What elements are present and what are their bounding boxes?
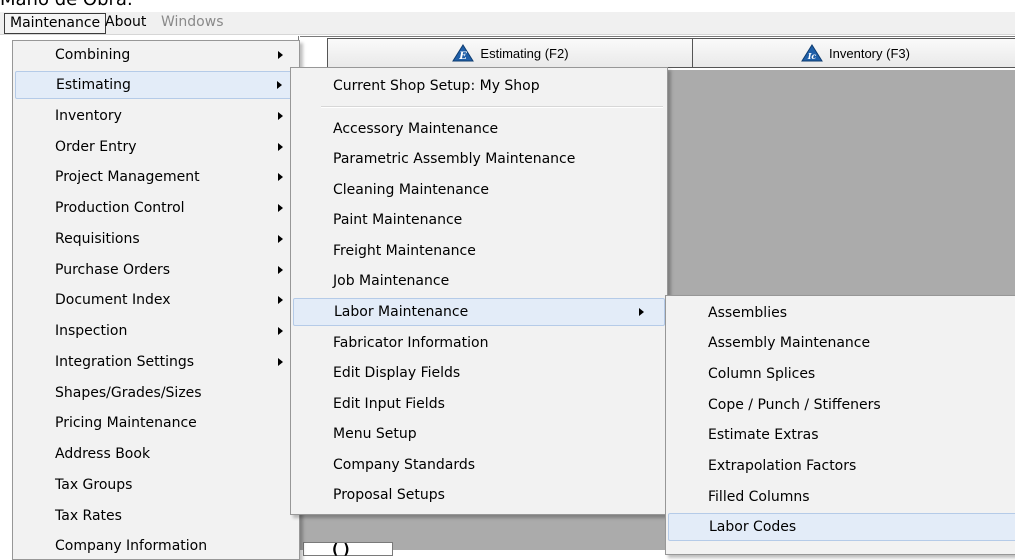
menu-item-fabricator-information[interactable]: Fabricator Information	[293, 329, 665, 357]
menu-maintenance[interactable]: Maintenance	[4, 13, 107, 34]
inventory-f3-button[interactable]: Ic Inventory (F3)	[692, 38, 1015, 68]
submenu-arrow-icon	[278, 235, 283, 243]
menu-item-proposal-setups[interactable]: Proposal Setups	[293, 481, 665, 509]
submenu-arrow-icon	[278, 51, 283, 59]
submenu-arrow-icon	[278, 204, 283, 212]
menu-item-purchase-orders[interactable]: Purchase Orders	[15, 256, 297, 284]
maintenance-menu: Combining Estimating Inventory Order Ent…	[12, 40, 300, 560]
menu-item-project-management[interactable]: Project Management	[15, 163, 297, 191]
labor-maintenance-submenu: Assemblies Assembly Maintenance Column S…	[665, 295, 1015, 555]
menu-item-edit-input-fields[interactable]: Edit Input Fields	[293, 390, 665, 418]
menu-item-labor-maintenance[interactable]: Labor Maintenance	[293, 298, 665, 326]
submenu-arrow-icon	[278, 327, 283, 335]
menu-item-filled-columns[interactable]: Filled Columns	[668, 483, 1015, 511]
submenu-arrow-icon	[277, 81, 282, 89]
background-window-fragment: ( )	[303, 542, 393, 557]
menu-item-document-index[interactable]: Document Index	[15, 286, 297, 314]
menu-item-freight-maintenance[interactable]: Freight Maintenance	[293, 237, 665, 265]
menu-item-assembly-maintenance[interactable]: Assembly Maintenance	[668, 329, 1015, 357]
window-title: Maño de Obra.	[0, 0, 133, 12]
submenu-arrow-icon	[278, 266, 283, 274]
inventory-icon: Ic	[801, 44, 823, 62]
menu-item-inventory[interactable]: Inventory	[15, 102, 297, 130]
menu-item-company-standards[interactable]: Company Standards	[293, 451, 665, 479]
menu-item-edit-display-fields[interactable]: Edit Display Fields	[293, 359, 665, 387]
menu-item-accessory-maintenance[interactable]: Accessory Maintenance	[293, 115, 665, 143]
inventory-f3-label: Inventory (F3)	[829, 45, 910, 61]
menu-item-shapes-grades-sizes[interactable]: Shapes/Grades/Sizes	[15, 379, 297, 407]
menu-item-current-shop-setup[interactable]: Current Shop Setup: My Shop	[293, 72, 665, 100]
submenu-arrow-icon	[278, 112, 283, 120]
menu-windows[interactable]: Windows	[156, 13, 229, 32]
menu-item-production-control[interactable]: Production Control	[15, 194, 297, 222]
estimating-f2-button[interactable]: E Estimating (F2)	[327, 38, 694, 68]
svg-text:Ic: Ic	[807, 51, 817, 61]
menu-item-extrapolation-factors[interactable]: Extrapolation Factors	[668, 452, 1015, 480]
menu-item-address-book[interactable]: Address Book	[15, 440, 297, 468]
menu-item-company-information[interactable]: Company Information	[15, 532, 297, 560]
menu-item-job-maintenance[interactable]: Job Maintenance	[293, 267, 665, 295]
submenu-arrow-icon	[278, 296, 283, 304]
menu-item-paint-maintenance[interactable]: Paint Maintenance	[293, 206, 665, 234]
menu-separator-highlight	[321, 107, 663, 108]
menu-item-assemblies[interactable]: Assemblies	[668, 299, 1015, 327]
menu-item-column-splices[interactable]: Column Splices	[668, 360, 1015, 388]
menu-about[interactable]: About	[100, 13, 151, 32]
menu-item-cope-punch-stiffeners[interactable]: Cope / Punch / Stiffeners	[668, 391, 1015, 419]
menu-item-inspection[interactable]: Inspection	[15, 317, 297, 345]
menu-item-order-entry[interactable]: Order Entry	[15, 133, 297, 161]
workspace-top-border	[300, 36, 1015, 37]
menu-item-estimating[interactable]: Estimating	[15, 71, 297, 99]
menu-item-labor-codes[interactable]: Labor Codes	[668, 513, 1015, 541]
menu-item-tax-groups[interactable]: Tax Groups	[15, 471, 297, 499]
menu-item-cleaning-maintenance[interactable]: Cleaning Maintenance	[293, 176, 665, 204]
estimating-submenu: Current Shop Setup: My Shop Accessory Ma…	[290, 67, 668, 515]
estimating-f2-label: Estimating (F2)	[480, 45, 569, 61]
menu-item-requisitions[interactable]: Requisitions	[15, 225, 297, 253]
estimating-icon: E	[452, 44, 475, 62]
menu-item-pricing-maintenance[interactable]: Pricing Maintenance	[15, 409, 297, 437]
menu-item-menu-setup[interactable]: Menu Setup	[293, 420, 665, 448]
menu-item-tax-rates[interactable]: Tax Rates	[15, 502, 297, 530]
menu-item-estimate-extras[interactable]: Estimate Extras	[668, 421, 1015, 449]
menu-item-integration-settings[interactable]: Integration Settings	[15, 348, 297, 376]
submenu-arrow-icon	[278, 173, 283, 181]
svg-text:E: E	[459, 51, 468, 62]
submenu-arrow-icon	[278, 143, 283, 151]
menu-bar: Maintenance About Windows	[0, 12, 1015, 35]
submenu-arrow-icon	[639, 308, 644, 316]
submenu-arrow-icon	[278, 358, 283, 366]
menu-item-parametric-assembly-maintenance[interactable]: Parametric Assembly Maintenance	[293, 145, 665, 173]
menu-item-combining[interactable]: Combining	[15, 41, 297, 69]
